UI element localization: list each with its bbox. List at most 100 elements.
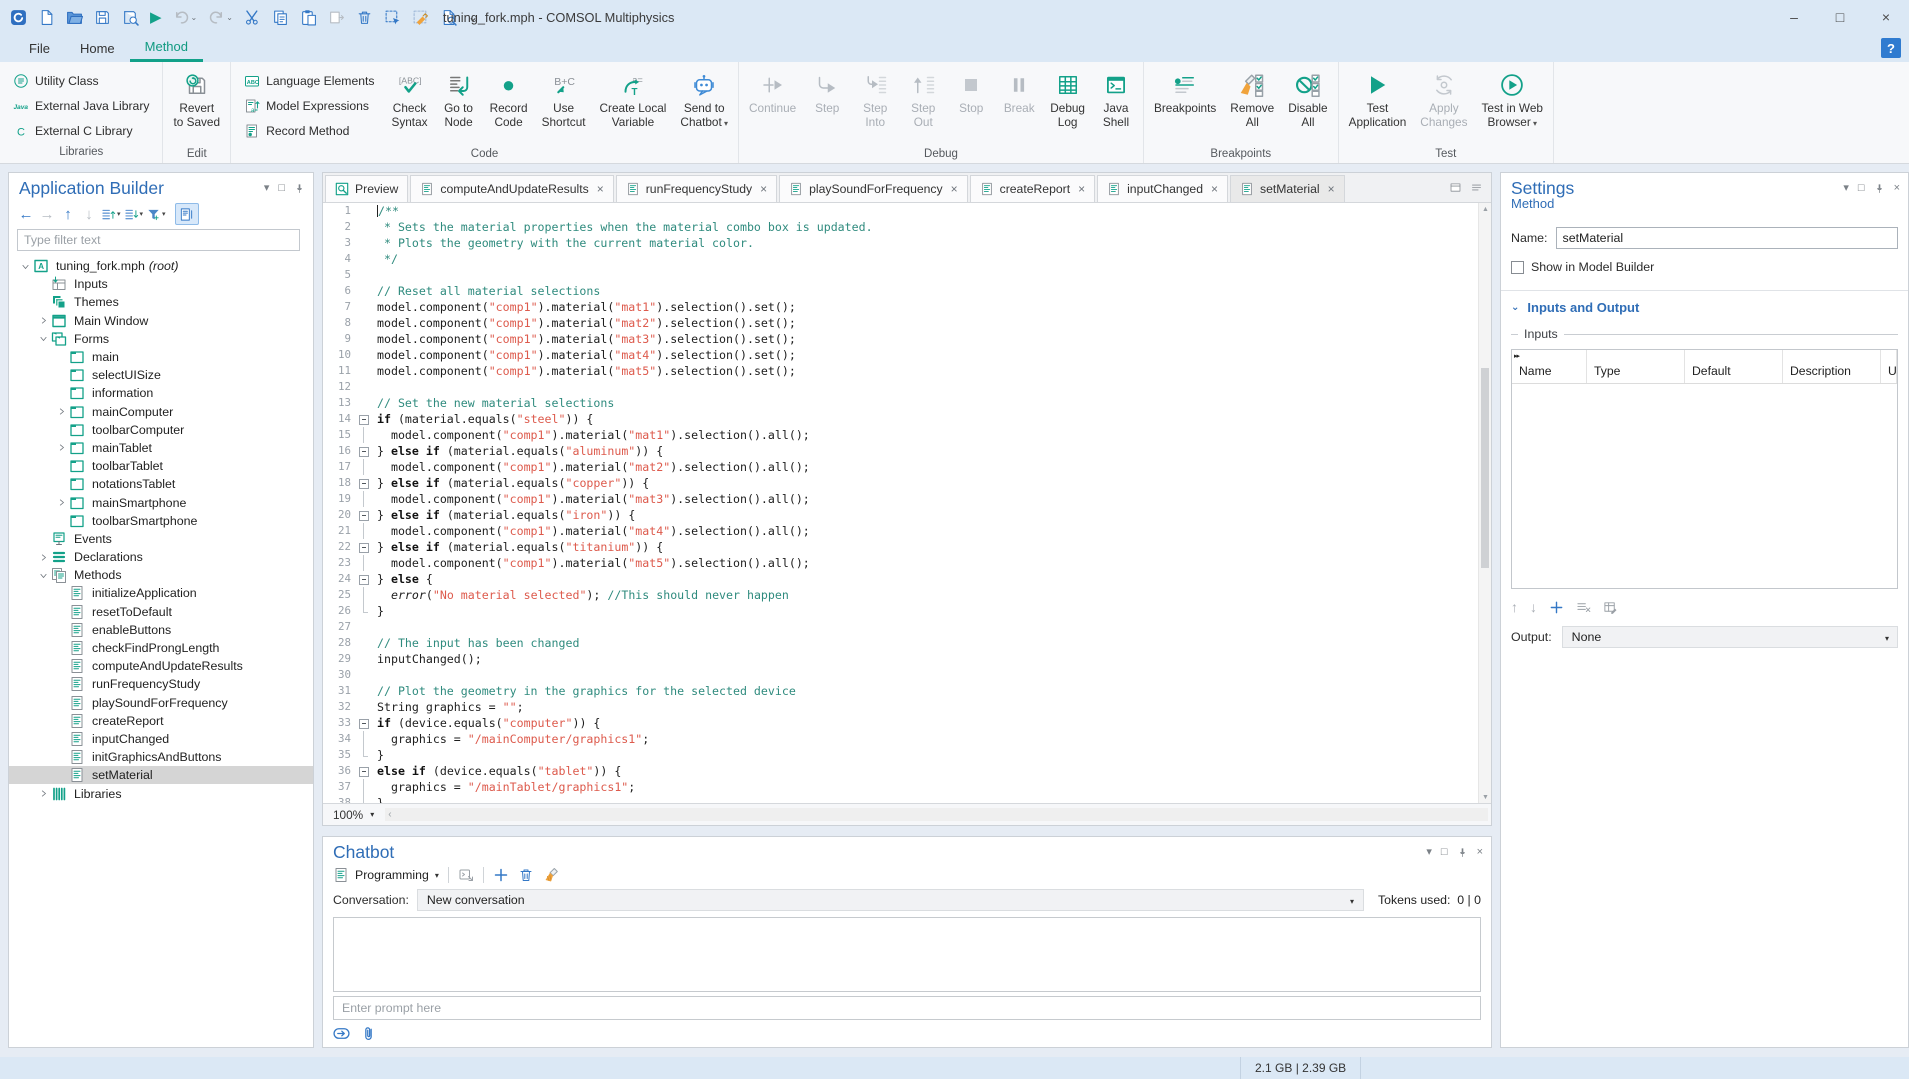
attach-file-button[interactable] [360,1025,377,1042]
expander-icon[interactable] [35,553,51,562]
expander-icon[interactable] [35,571,51,580]
record-code-button[interactable]: ●Record Code [483,66,535,148]
select-objects-button[interactable] [380,4,405,30]
move-up-icon[interactable]: ↑ [1511,600,1518,614]
delete-button[interactable] [352,4,377,30]
dropdown-caret-icon[interactable]: ▾ [117,210,121,218]
inputs-table[interactable]: ▸▸NameTypeDefaultDescriptionUnit [1511,349,1898,589]
expander-icon[interactable] [35,789,51,798]
tree-item-inputs[interactable]: Inputs [9,275,313,293]
save-button[interactable] [90,4,115,30]
column-header-unit[interactable]: Unit [1881,350,1897,383]
editor-tab-preview[interactable]: Preview [325,175,408,202]
help-button[interactable]: ? [1881,38,1901,58]
tree-item-toolbarcomputer[interactable]: toolbarComputer [9,421,313,439]
float-icon[interactable]: □ [1441,847,1448,858]
expander-icon[interactable] [35,334,51,343]
column-header-description[interactable]: Description [1783,350,1881,383]
pin-icon[interactable] [294,183,305,194]
fold-toggle-icon[interactable] [357,411,371,427]
tree-item-forms[interactable]: Forms [9,330,313,348]
test-in-web-browser-button[interactable]: Test in Web Browser ▾ [1475,66,1550,148]
tree-item-methods[interactable]: Methods [9,566,313,584]
create-local-variable-button[interactable]: a=TCreate Local Variable [593,66,674,148]
edit-table-button[interactable] [1603,600,1618,615]
language-elements-button[interactable]: ABCLanguage Elements [240,69,378,92]
fold-toggle-icon[interactable] [357,507,371,523]
undo-button[interactable]: ⌄ [169,4,202,30]
editor-tab-computeandupdateresults[interactable]: computeAndUpdateResults× [410,175,613,202]
maximize-button[interactable]: □ [1817,0,1863,34]
editor-split-icon[interactable] [1449,181,1462,194]
editor-tab-createreport[interactable]: createReport× [970,175,1095,202]
delete-conversation-button[interactable] [518,867,534,883]
go-to-node-button[interactable]: Go to Node [435,66,483,148]
inputs-and-output-section[interactable]: ⌄ Inputs and Output [1501,290,1908,315]
tree-item-mainsmartphone[interactable]: mainSmartphone [9,493,313,511]
use-shortcut-button[interactable]: B+CUse Shortcut [535,66,593,148]
tree-item-toolbartablet[interactable]: toolbarTablet [9,457,313,475]
scroll-down-icon[interactable]: ▼ [1479,791,1491,803]
menu-tab-file[interactable]: File [14,34,65,62]
dropdown-caret-icon[interactable]: ⌄ [191,13,198,22]
disable-all-button[interactable]: Disable All [1281,66,1334,148]
prompt-input[interactable] [334,1001,1480,1015]
expander-icon[interactable] [53,407,69,416]
tree-item-computeandupdateresults[interactable]: computeAndUpdateResults [9,657,313,675]
move-down-icon[interactable]: ↓ [1530,600,1537,614]
tree-item-checkfindpronglength[interactable]: checkFindProngLength [9,639,313,657]
open-file-button[interactable] [62,4,87,30]
pin-icon[interactable] [1874,183,1885,194]
model-expressions-button[interactable]: a=Model Expressions [240,94,378,117]
scrollbar-thumb[interactable] [1481,368,1489,568]
redo-button[interactable]: ⌄ [204,4,237,30]
chatbot-mode-dropdown[interactable]: Programming ▾ [333,867,439,883]
move-up-button[interactable]: ↑ [59,204,77,224]
scroll-up-icon[interactable]: ▲ [1479,203,1491,215]
tree-item-resettodefault[interactable]: resetToDefault [9,603,313,621]
utility-class-button[interactable]: Utility Class [9,69,153,92]
panel-menu-icon[interactable]: ▾ [1426,847,1432,858]
pin-icon[interactable] [1457,847,1468,858]
tree-item-enablebuttons[interactable]: enableButtons [9,621,313,639]
tree-item-maincomputer[interactable]: mainComputer [9,403,313,421]
fold-toggle-icon[interactable] [357,475,371,491]
send-to-chatbot-button[interactable]: Send to Chatbot ▾ [673,66,735,148]
remove-all-button[interactable]: Remove All [1223,66,1281,148]
debug-log-button[interactable]: Debug Log [1043,66,1092,148]
collapse-all-button[interactable]: ▾ [101,204,121,224]
duplicate-button[interactable] [324,4,349,30]
tree-item-libraries[interactable]: Libraries [9,784,313,802]
minimize-button[interactable]: – [1771,0,1817,34]
close-button[interactable]: × [1863,0,1909,34]
tree-item-themes[interactable]: Themes [9,293,313,311]
close-icon[interactable]: × [1477,847,1483,858]
fold-toggle-icon[interactable] [357,571,371,587]
tree-item-toolbarsmartphone[interactable]: toolbarSmartphone [9,512,313,530]
close-tab-icon[interactable]: × [1328,182,1335,196]
external-c-library-button[interactable]: CExternal C Library [9,119,153,142]
tree-item-runfrequencystudy[interactable]: runFrequencyStudy [9,675,313,693]
close-icon[interactable]: × [1894,183,1900,194]
column-header-default[interactable]: Default [1685,350,1783,383]
close-tab-icon[interactable]: × [597,182,604,196]
horizontal-scrollbar[interactable]: ‹ [385,808,1488,821]
back-button[interactable]: ← [17,204,35,224]
fold-toggle-icon[interactable] [357,539,371,555]
filter-button[interactable]: ▾ [146,204,166,224]
dropdown-caret-icon[interactable]: ▾ [140,210,144,218]
tree-item-playsoundforfrequency[interactable]: playSoundForFrequency [9,694,313,712]
insert-code-button[interactable] [458,867,474,883]
external-java-library-button[interactable]: JavaExternal Java Library [9,94,153,117]
tree-item-setmaterial[interactable]: setMaterial [9,766,313,784]
filter-input[interactable] [17,229,300,251]
vertical-scrollbar[interactable]: ▲ ▼ [1478,203,1491,803]
tree-item-notationstablet[interactable]: notationsTablet [9,475,313,493]
fold-toggle-icon[interactable] [357,715,371,731]
tree-item-main-window[interactable]: Main Window [9,312,313,330]
tree-item-information[interactable]: information [9,384,313,402]
editor-tab-inputchanged[interactable]: inputChanged× [1097,175,1228,202]
editor-tab-playsoundforfrequency[interactable]: playSoundForFrequency× [779,175,967,202]
tree-item-createreport[interactable]: createReport [9,712,313,730]
zoom-control[interactable]: 100% ▾ [329,808,378,822]
